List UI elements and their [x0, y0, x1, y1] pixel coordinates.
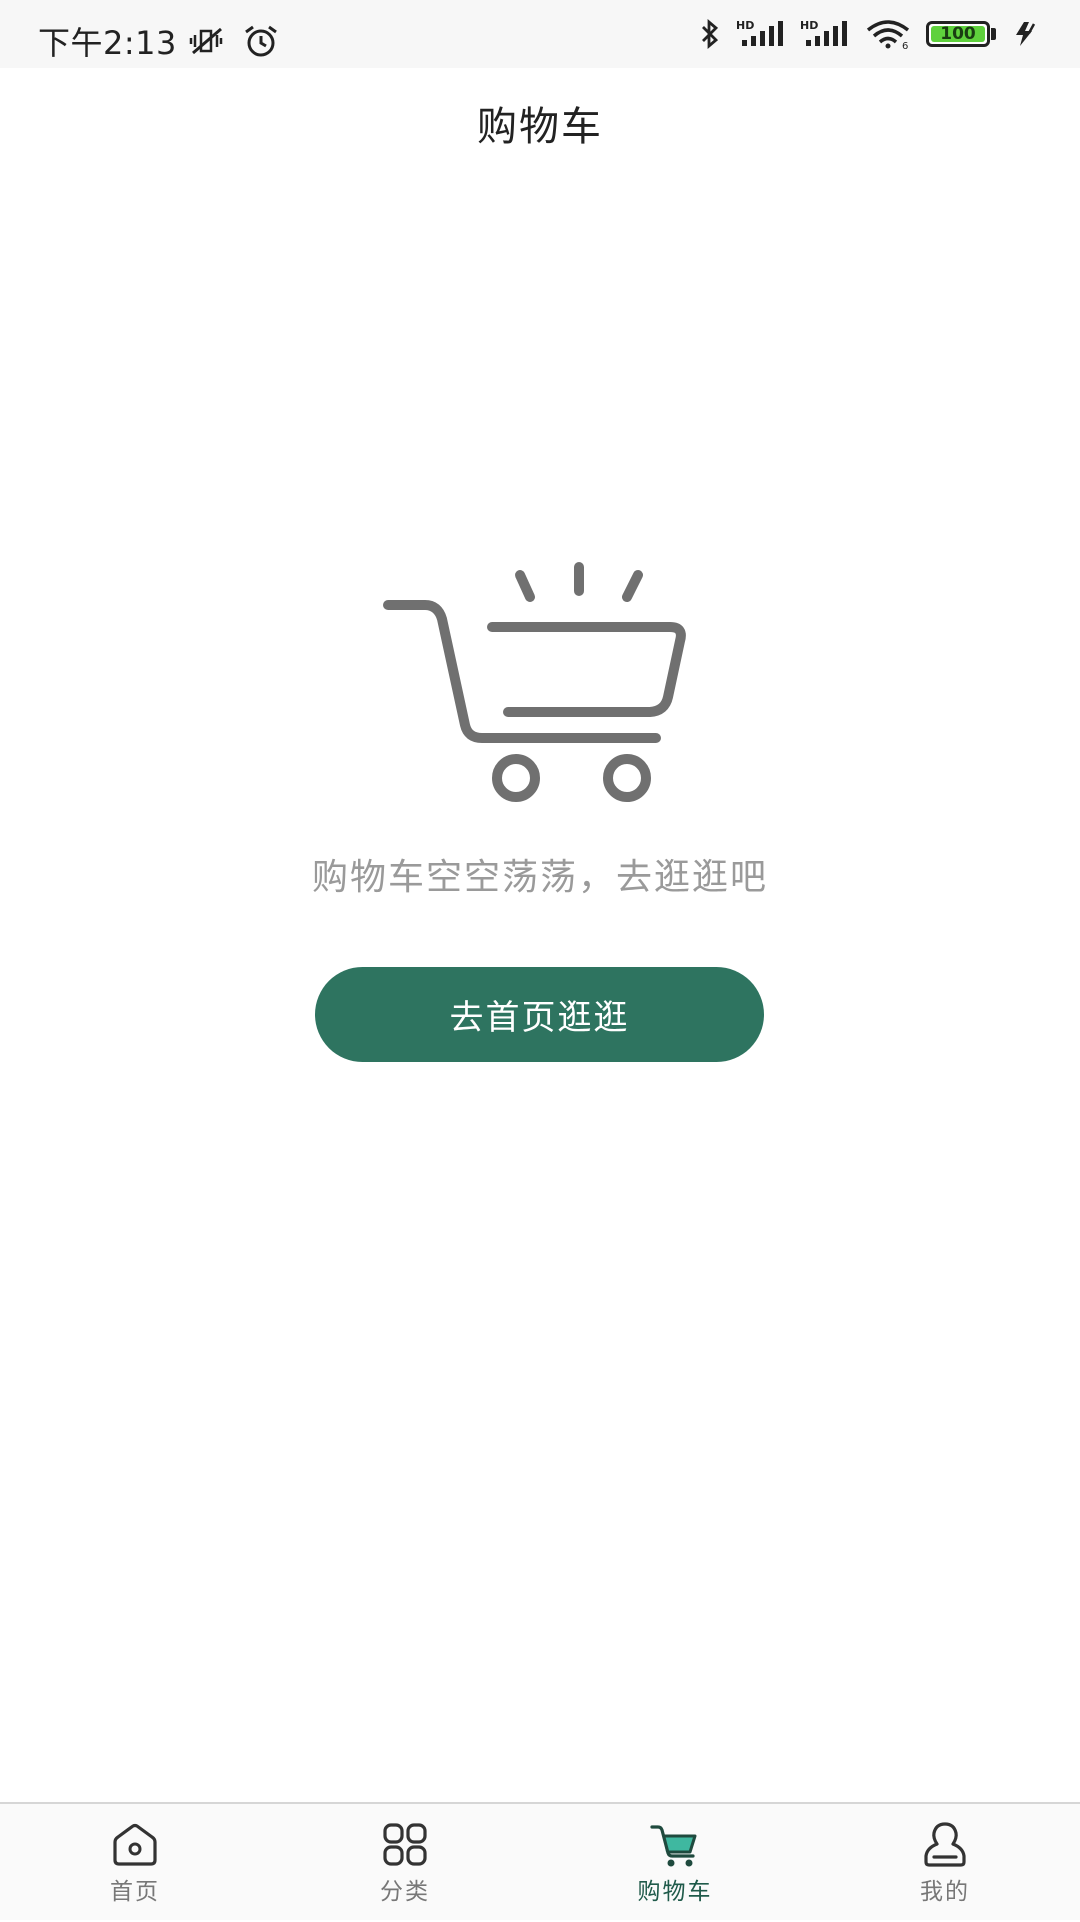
- status-time: 下午2:13: [38, 24, 177, 62]
- alarm-icon: [241, 24, 281, 58]
- nav-label-home: 首页: [110, 1879, 160, 1905]
- go-home-button[interactable]: 去首页逛逛: [315, 967, 764, 1062]
- battery-body: 100: [926, 21, 990, 47]
- svg-text:HD: HD: [736, 19, 754, 32]
- home-icon: [113, 1823, 157, 1866]
- signal-hd-icon: HD: [736, 18, 786, 50]
- svg-text:HD: HD: [800, 19, 818, 32]
- status-left: 下午2:13: [38, 18, 281, 64]
- grid-icon: [383, 1823, 427, 1866]
- nav-label-cart: 购物车: [637, 1879, 713, 1905]
- page-title: 购物车: [477, 104, 603, 150]
- bluetooth-icon: [698, 18, 722, 50]
- wifi-icon: 6: [864, 18, 912, 50]
- nav-label-mine: 我的: [920, 1879, 970, 1905]
- nav-item-category[interactable]: 分类: [270, 1804, 540, 1922]
- battery-icon: 100: [926, 21, 996, 47]
- nav-item-home[interactable]: 首页: [0, 1804, 270, 1922]
- bottom-nav: 首页 分类 购物车 我的: [0, 1802, 1080, 1920]
- empty-cart-message: 购物车空空荡荡，去逛逛吧: [311, 857, 768, 898]
- nav-item-cart[interactable]: 购物车: [540, 1804, 810, 1922]
- battery-cap: [991, 28, 996, 40]
- empty-cart-illustration: [380, 555, 700, 805]
- signal-hd-icon-2: HD: [800, 18, 850, 50]
- page-header: 购物车: [0, 68, 1080, 178]
- vibrate-off-icon: [187, 25, 231, 57]
- nav-item-mine[interactable]: 我的: [810, 1804, 1080, 1922]
- status-bar: 下午2:13 HD HD 6 100: [0, 0, 1080, 68]
- user-icon: [924, 1822, 966, 1867]
- status-right: HD HD 6 100: [698, 18, 1040, 50]
- cart-icon: [650, 1825, 697, 1867]
- svg-text:6: 6: [902, 41, 908, 50]
- battery-level: 100: [940, 24, 976, 44]
- charging-icon: [1010, 18, 1040, 50]
- nav-label-category: 分类: [380, 1879, 430, 1905]
- empty-cart-icon: [383, 562, 686, 802]
